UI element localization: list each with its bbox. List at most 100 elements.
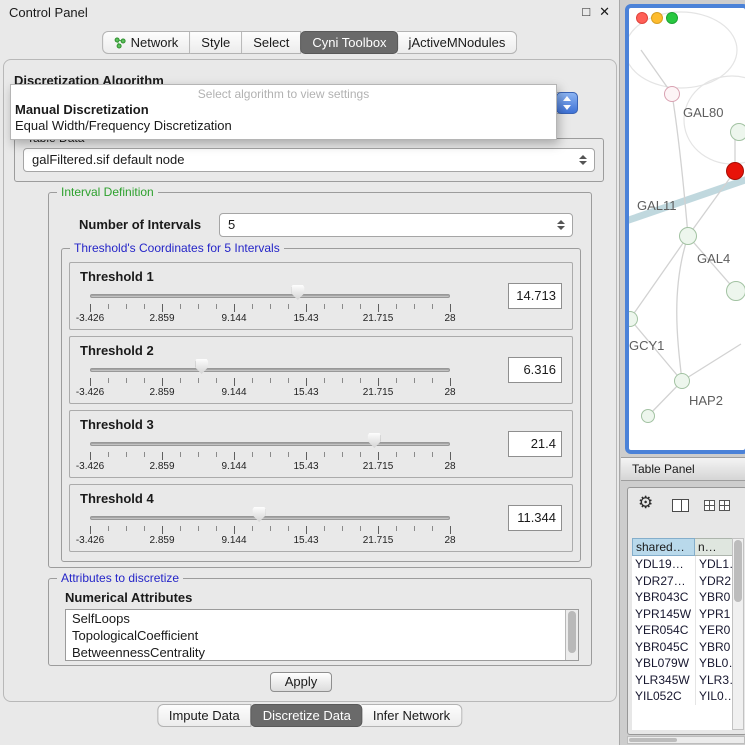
tab-style[interactable]: Style [190, 31, 242, 54]
minimize-window-icon[interactable] [651, 12, 663, 24]
table-horizontal-scrollbar[interactable] [627, 736, 745, 744]
table-row[interactable]: YBR043CYBR0… [632, 589, 734, 606]
apply-button[interactable]: Apply [270, 672, 332, 692]
network-node[interactable] [674, 373, 690, 389]
slider-major-tick [162, 452, 163, 460]
scrollbar-thumb[interactable] [568, 611, 576, 653]
tab-cyni-toolbox[interactable]: Cyni Toolbox [300, 31, 398, 54]
cell-shared-name: YER054C [632, 622, 695, 639]
combo-dropdown-button[interactable] [556, 92, 578, 114]
tab-select[interactable]: Select [242, 31, 301, 54]
network-icon [114, 37, 126, 49]
scale-label: 2.859 [149, 313, 174, 324]
table-data-combobox[interactable]: galFiltered.sif default node [23, 148, 595, 172]
slider-track[interactable] [90, 442, 450, 446]
gear-icon[interactable]: ⚙ [638, 494, 653, 511]
slider-track[interactable] [90, 516, 450, 520]
list-item[interactable]: SelfLoops [66, 610, 578, 627]
cell-shared-name: YBL079W [632, 655, 695, 672]
close-icon[interactable]: ✕ [599, 4, 610, 20]
column-header-shared-name[interactable]: shared… [632, 538, 695, 556]
cell-shared-name: YBR045C [632, 639, 695, 656]
table-row[interactable]: YIL052CYIL0… [632, 688, 734, 705]
select-columns-icon[interactable] [704, 500, 715, 511]
scale-label: -3.426 [76, 387, 104, 398]
slider-major-tick [450, 304, 451, 312]
cell-name: YPR1… [695, 606, 734, 623]
interval-definition-label: Interval Definition [57, 185, 158, 199]
tab-label: Network [131, 35, 179, 50]
slider-major-tick [306, 304, 307, 312]
threshold-value-field[interactable]: 11.344 [508, 505, 562, 531]
cell-name: YBL0… [695, 655, 734, 672]
select-rows-icon[interactable] [719, 500, 730, 511]
numerical-attributes-list[interactable]: SelfLoopsTopologicalCoefficientBetweenne… [65, 609, 579, 661]
tab-network[interactable]: Network [102, 31, 191, 54]
dropdown-option-manual-discretization[interactable]: Manual Discretization [11, 102, 556, 118]
interval-definition-group: Interval Definition Number of Intervals … [48, 192, 592, 568]
node-label-gal11: GAL11 [637, 198, 677, 213]
table-row[interactable]: YBL079WYBL0… [632, 655, 734, 672]
tab-impute-data[interactable]: Impute Data [157, 704, 252, 727]
zoom-window-icon[interactable] [666, 12, 678, 24]
cell-shared-name: YLR345W [632, 672, 695, 689]
close-window-icon[interactable] [636, 12, 648, 24]
cell-name: YLR3… [695, 672, 734, 689]
threshold-value-field[interactable]: 14.713 [508, 283, 562, 309]
dropdown-option-equal-width-frequency[interactable]: Equal Width/Frequency Discretization [11, 118, 556, 134]
scale-label: 2.859 [149, 535, 174, 546]
dropdown-placeholder-item[interactable]: Select algorithm to view settings [11, 87, 556, 102]
list-item[interactable]: TopologicalCoefficient [66, 627, 578, 644]
slider-major-tick [234, 378, 235, 386]
tab-infer-network[interactable]: Infer Network [362, 704, 462, 727]
slider-track[interactable] [90, 294, 450, 298]
slider-major-tick [378, 526, 379, 534]
table-row[interactable]: YBR045CYBR0… [632, 639, 734, 656]
control-panel-titlebar: Control Panel □ ✕ [0, 0, 619, 24]
network-node[interactable] [730, 123, 745, 141]
table-row[interactable]: YDR27…YDR2… [632, 573, 734, 590]
threshold-value-field[interactable]: 21.4 [508, 431, 562, 457]
tab-jactivemnodules[interactable]: jActiveMNodules [398, 31, 518, 54]
cell-name: YIL0… [695, 688, 734, 705]
table-row[interactable]: YPR145WYPR1… [632, 606, 734, 623]
slider-major-tick [90, 452, 91, 460]
scrollbar-thumb[interactable] [629, 738, 677, 742]
table-row[interactable]: YDL19…YDL1… [632, 556, 734, 573]
attributes-scrollbar[interactable] [565, 610, 578, 660]
table-row[interactable]: YLR345WYLR3… [632, 672, 734, 689]
list-item[interactable]: BetweennessCentrality [66, 644, 578, 661]
column-layout-icon[interactable] [672, 499, 689, 512]
number-of-intervals-combobox[interactable]: 5 [219, 213, 573, 237]
scale-label: 28 [444, 313, 455, 324]
scale-label: 2.859 [149, 461, 174, 472]
threshold-value-field[interactable]: 6.316 [508, 357, 562, 383]
scrollbar-thumb[interactable] [734, 540, 742, 602]
network-node-selected[interactable] [726, 162, 744, 180]
table-data-group: Table Data galFiltered.sif default node [14, 138, 604, 182]
scale-label: 21.715 [363, 535, 394, 546]
scale-label: -3.426 [76, 535, 104, 546]
network-node[interactable] [664, 86, 680, 102]
scale-label: 15.43 [293, 387, 318, 398]
scale-label: 28 [444, 387, 455, 398]
tab-discretize-data[interactable]: Discretize Data [251, 704, 363, 727]
float-window-icon[interactable]: □ [582, 4, 590, 20]
thresholds-group-label: Threshold's Coordinates for 5 Intervals [70, 241, 284, 255]
network-node[interactable] [726, 281, 745, 301]
scale-label: 2.859 [149, 387, 174, 398]
slider-major-tick [90, 304, 91, 312]
slider-track[interactable] [90, 368, 450, 372]
table-header-row: shared… n… [632, 538, 740, 556]
network-node[interactable] [679, 227, 697, 245]
tab-label: Discretize Data [263, 708, 351, 723]
table-panel-titlebar: Table Panel [621, 457, 745, 481]
slider-ticks [90, 452, 451, 457]
threshold-list: Threshold 1-3.4262.8599.14415.4321.71528… [69, 262, 573, 552]
network-node[interactable] [641, 409, 655, 423]
table-vertical-scrollbar[interactable] [732, 538, 744, 730]
scale-label: -3.426 [76, 313, 104, 324]
slider-major-tick [234, 526, 235, 534]
numerical-attributes-label: Numerical Attributes [65, 590, 192, 605]
table-row[interactable]: YER054CYER0… [632, 622, 734, 639]
